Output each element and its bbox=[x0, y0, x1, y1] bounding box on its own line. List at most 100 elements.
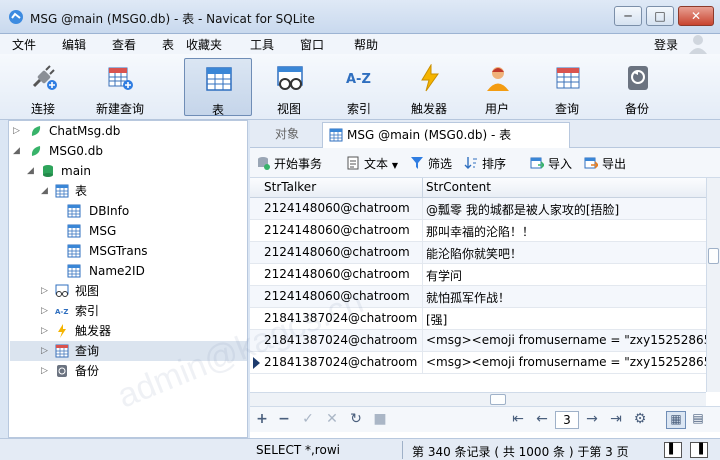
menu-table[interactable]: 表 bbox=[162, 36, 174, 53]
document-icon bbox=[347, 156, 359, 170]
user-icon bbox=[487, 67, 509, 91]
add-record-icon[interactable]: + bbox=[254, 411, 270, 427]
expand-arrow-icon[interactable]: ▷ bbox=[41, 301, 51, 321]
tree-schema-main[interactable]: ◢ main bbox=[27, 161, 237, 181]
delete-record-icon[interactable]: − bbox=[276, 411, 292, 427]
status-record-count: 第 340 条记录 ( 共 1000 条 ) 于第 3 页 bbox=[412, 445, 629, 459]
tab-objects[interactable]: 对象 bbox=[256, 122, 318, 148]
user-avatar-icon[interactable] bbox=[686, 32, 710, 56]
expand-arrow-icon[interactable]: ▷ bbox=[41, 281, 51, 301]
view-button[interactable]: 视图 bbox=[258, 58, 320, 116]
menu-view[interactable]: 查看 bbox=[112, 36, 136, 53]
menu-tools[interactable]: 工具 bbox=[250, 36, 274, 53]
page-number-input[interactable]: 3 bbox=[555, 411, 579, 429]
svg-text:A-Z: A-Z bbox=[346, 72, 371, 87]
new-query-button[interactable]: 新建查询 bbox=[82, 58, 158, 116]
filter-icon bbox=[411, 157, 423, 169]
column-divider[interactable] bbox=[422, 178, 423, 198]
maximize-button[interactable]: □ bbox=[646, 6, 674, 26]
filter-button[interactable]: 筛选 bbox=[410, 155, 452, 173]
next-page-icon[interactable]: → bbox=[584, 411, 600, 427]
table-row[interactable]: 2124148060@chatroom 那叫幸福的沦陷！！ bbox=[250, 220, 706, 242]
connect-label: 连接 bbox=[30, 102, 55, 116]
horizontal-scroll-thumb[interactable] bbox=[490, 394, 506, 405]
previous-page-icon[interactable]: ← bbox=[534, 411, 550, 427]
backup-button[interactable]: 备份 bbox=[606, 58, 668, 116]
menu-window[interactable]: 窗口 bbox=[300, 36, 324, 53]
tree-folder-triggers[interactable]: ▷ 触发器 bbox=[41, 321, 241, 341]
table-row-current[interactable]: 21841387024@chatroom <msg><emoji fromuser… bbox=[250, 352, 706, 374]
stop-icon[interactable]: ■ bbox=[372, 411, 388, 427]
data-grid: StrTalker StrContent 2124148060@chatroom… bbox=[250, 178, 706, 378]
query-button[interactable]: 查询 bbox=[536, 58, 598, 116]
connect-button[interactable]: 连接 bbox=[12, 58, 74, 116]
window-title: MSG @main (MSG0.db) - 表 - Navicat for SQ… bbox=[30, 12, 315, 26]
trigger-button[interactable]: 触发器 bbox=[398, 58, 460, 116]
menu-favorites[interactable]: 收藏夹 bbox=[186, 36, 222, 53]
close-button[interactable]: ✕ bbox=[678, 6, 714, 26]
tab-msg-table[interactable]: MSG @main (MSG0.db) - 表 bbox=[322, 122, 570, 148]
transaction-icon bbox=[258, 157, 270, 170]
title-bar: MSG @main (MSG0.db) - 表 - Navicat for SQ… bbox=[0, 0, 720, 34]
first-page-icon[interactable]: ⇤ bbox=[510, 411, 526, 427]
tree-table-msg[interactable]: MSG bbox=[67, 221, 237, 241]
tree-table-dbinfo[interactable]: DBInfo bbox=[67, 201, 237, 221]
collapse-arrow-icon[interactable]: ◢ bbox=[41, 181, 51, 201]
collapse-arrow-icon[interactable]: ◢ bbox=[27, 161, 37, 181]
sort-button[interactable]: 排序 bbox=[464, 155, 506, 173]
backup-icon bbox=[57, 365, 67, 377]
sort-icon bbox=[464, 157, 477, 169]
tree-table-msgtrans[interactable]: MSGTrans bbox=[67, 241, 237, 261]
index-button[interactable]: A-Z 索引 bbox=[328, 58, 390, 116]
apply-check-icon[interactable]: ✓ bbox=[300, 411, 316, 427]
begin-transaction-button[interactable]: 开始事务 bbox=[256, 155, 322, 173]
table-button[interactable]: 表 bbox=[184, 58, 252, 117]
new-query-icon bbox=[108, 67, 133, 90]
table-row[interactable]: 2124148060@chatroom 有学问 bbox=[250, 264, 706, 286]
tree-folder-indexes[interactable]: ▷ A-Z 索引 bbox=[41, 301, 241, 321]
lightning-icon bbox=[58, 324, 66, 338]
menu-help[interactable]: 帮助 bbox=[354, 36, 378, 53]
status-divider bbox=[402, 441, 403, 459]
tab-msg-table-label: MSG @main (MSG0.db) - 表 bbox=[347, 128, 512, 142]
horizontal-scrollbar[interactable] bbox=[250, 392, 706, 406]
user-button[interactable]: 用户 bbox=[466, 58, 528, 116]
backup-icon bbox=[628, 66, 648, 90]
import-button[interactable]: 导入 bbox=[530, 155, 572, 173]
text-mode-dropdown[interactable]: 文本 ▼ bbox=[346, 155, 398, 173]
menu-file[interactable]: 文件 bbox=[12, 36, 36, 53]
menu-edit[interactable]: 编辑 bbox=[62, 36, 86, 53]
expand-arrow-icon[interactable]: ▷ bbox=[41, 321, 51, 341]
vertical-scroll-thumb[interactable] bbox=[708, 248, 719, 264]
record-navigation-bar: + − ✓ ✕ ↻ ■ ⇤ ← 3 → ⇥ ⚙ ▦ ▤ bbox=[250, 406, 720, 432]
last-page-icon[interactable]: ⇥ bbox=[608, 411, 624, 427]
settings-gear-icon[interactable]: ⚙ bbox=[632, 411, 648, 427]
index-az-icon: A-Z bbox=[55, 308, 68, 316]
minimize-button[interactable]: ─ bbox=[614, 6, 642, 26]
form-view-icon[interactable]: ▤ bbox=[690, 411, 706, 425]
export-button[interactable]: 导出 bbox=[584, 155, 626, 173]
tree-folder-tables[interactable]: ◢ 表 bbox=[41, 181, 241, 201]
discard-x-icon[interactable]: ✕ bbox=[324, 411, 340, 427]
column-header-strcontent[interactable]: StrContent bbox=[426, 180, 491, 194]
tree-db-msg0[interactable]: ◢ MSG0.db bbox=[13, 141, 243, 161]
index-az-icon: A-Z bbox=[346, 72, 371, 87]
table-row[interactable]: 2124148060@chatroom 能沦陷你就笑吧！ bbox=[250, 242, 706, 264]
expand-arrow-icon[interactable]: ▷ bbox=[13, 121, 23, 141]
form-layout-icon[interactable]: ▐ bbox=[690, 442, 708, 458]
expand-arrow-icon[interactable]: ▷ bbox=[41, 361, 51, 381]
tree-folder-views[interactable]: ▷ 视图 bbox=[41, 281, 241, 301]
status-sql: SELECT *,rowi bbox=[256, 443, 340, 457]
expand-arrow-icon[interactable]: ▷ bbox=[41, 341, 51, 361]
new-query-label: 新建查询 bbox=[95, 102, 144, 116]
table-row[interactable]: 2124148060@chatroom @瓢零 我的城都是被人家攻的[捂脸] bbox=[250, 198, 706, 220]
vertical-scrollbar[interactable] bbox=[706, 178, 720, 392]
login-link[interactable]: 登录 bbox=[654, 36, 678, 53]
tree-db-chatmsg[interactable]: ▷ ChatMsg.db bbox=[13, 121, 243, 141]
grid-view-icon[interactable]: ▦ bbox=[666, 411, 686, 429]
collapse-arrow-icon[interactable]: ◢ bbox=[13, 141, 23, 161]
column-header-strtalker[interactable]: StrTalker bbox=[264, 180, 316, 194]
refresh-icon[interactable]: ↻ bbox=[348, 411, 364, 427]
tree-table-name2id[interactable]: Name2ID bbox=[67, 261, 237, 281]
grid-layout-icon[interactable]: ▌ bbox=[664, 442, 682, 458]
